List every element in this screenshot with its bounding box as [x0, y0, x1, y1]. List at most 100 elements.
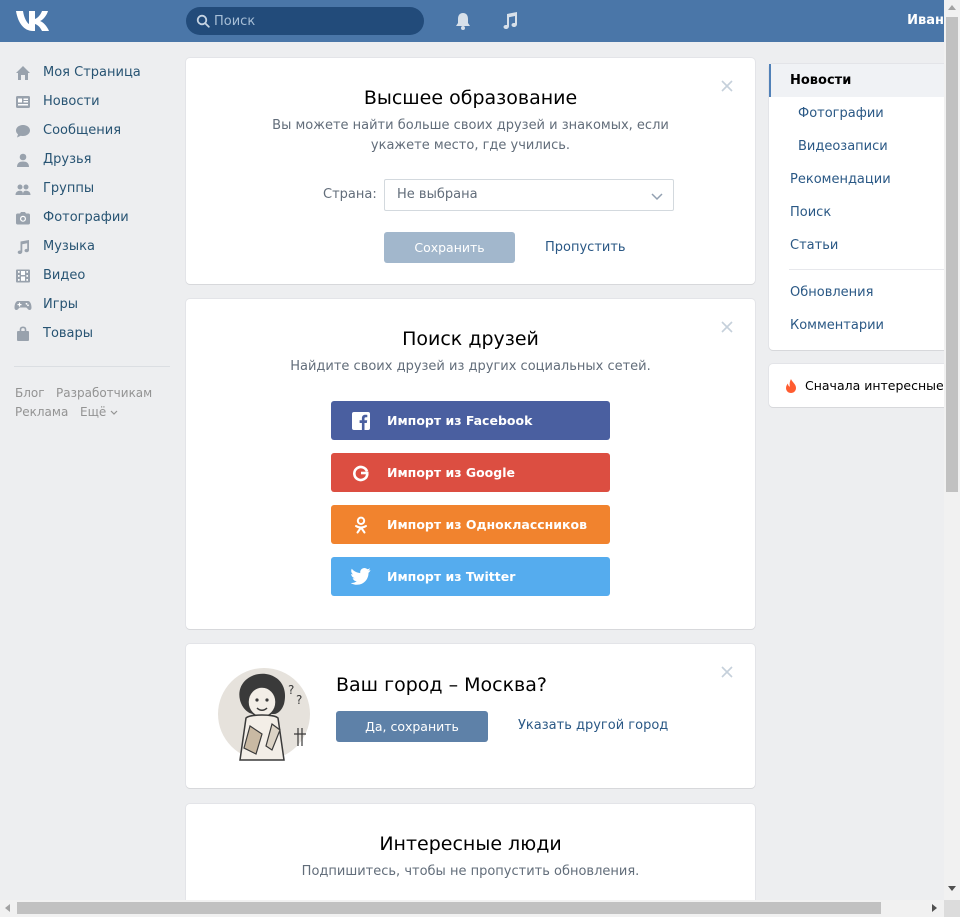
nav-item-groups[interactable]: Группы — [14, 174, 174, 203]
vk-logo[interactable] — [16, 9, 50, 33]
friends-search-card: Поиск друзей Найдите своих друзей из дру… — [186, 299, 755, 629]
filter-articles[interactable]: Статьи — [769, 229, 944, 262]
nav-item-video[interactable]: Видео — [14, 261, 174, 290]
user-name[interactable]: Иван — [907, 13, 944, 28]
skip-link[interactable]: Пропустить — [545, 240, 626, 255]
filter-search[interactable]: Поиск — [769, 196, 944, 229]
import-odnoklassniki-label: Импорт из Одноклассников — [387, 517, 588, 532]
filter-news[interactable]: Новости — [769, 64, 944, 97]
filter-videos[interactable]: Видеозаписи — [769, 130, 944, 163]
filter-photos[interactable]: Фотографии — [769, 97, 944, 130]
horizontal-scroll-thumb[interactable] — [17, 902, 881, 914]
city-card: ? ? Ваш город – Москва? Да, сохранить Ук… — [186, 644, 755, 788]
filter-updates[interactable]: Обновления — [769, 276, 944, 309]
filter-articles-label: Статьи — [790, 238, 839, 253]
nav-label: Видео — [43, 268, 86, 283]
google-icon — [351, 463, 371, 483]
nav-item-goods[interactable]: Товары — [14, 319, 174, 348]
footer-more-link[interactable]: Ещё — [80, 405, 118, 419]
search-box[interactable] — [186, 7, 424, 35]
nav-label: Сообщения — [43, 123, 122, 138]
footer-developers-link[interactable]: Разработчикам — [56, 386, 152, 400]
search-icon — [196, 14, 210, 28]
country-select[interactable]: Не выбрана — [384, 179, 674, 211]
nav-item-messages[interactable]: Сообщения — [14, 116, 174, 145]
interesting-people-title: Интересные люди — [379, 833, 562, 855]
top-header: Иван — [0, 0, 944, 42]
footer-blog-link[interactable]: Блог — [15, 386, 45, 400]
nav-label: Друзья — [43, 152, 92, 167]
education-card: Высшее образование Вы можете найти больш… — [186, 58, 755, 284]
odnoklassniki-icon — [351, 515, 371, 535]
twitter-icon — [351, 567, 371, 587]
bell-icon[interactable] — [453, 11, 473, 31]
import-odnoklassniki-button[interactable]: Импорт из Одноклассников — [331, 505, 610, 544]
filter-comments[interactable]: Комментарии — [769, 309, 944, 342]
nav-item-my-page[interactable]: Моя Страница — [14, 58, 174, 87]
filter-videos-label: Видеозаписи — [798, 139, 888, 154]
nav-item-news[interactable]: Новости — [14, 87, 174, 116]
filter-news-label: Новости — [790, 73, 852, 88]
nav-item-photos[interactable]: Фотографии — [14, 203, 174, 232]
groups-icon — [14, 180, 32, 198]
vertical-scroll-thumb[interactable] — [946, 17, 958, 492]
friends-search-title: Поиск друзей — [402, 328, 539, 350]
import-twitter-button[interactable]: Импорт из Twitter — [331, 557, 610, 596]
home-icon — [14, 64, 32, 82]
horizontal-scrollbar[interactable] — [0, 900, 944, 917]
nav-label: Товары — [43, 326, 94, 341]
scroll-right-arrow-icon[interactable] — [932, 904, 937, 912]
camera-icon — [14, 209, 32, 227]
svg-text:?: ? — [288, 683, 294, 697]
country-select-value: Не выбрана — [397, 187, 478, 202]
scroll-up-arrow-icon[interactable] — [948, 5, 956, 10]
import-google-label: Импорт из Google — [387, 465, 515, 480]
friend-icon — [14, 151, 32, 169]
import-google-button[interactable]: Импорт из Google — [331, 453, 610, 492]
filter-recommendations[interactable]: Рекомендации — [769, 163, 944, 196]
import-facebook-label: Импорт из Facebook — [387, 413, 533, 428]
nav-item-games[interactable]: Игры — [14, 290, 174, 319]
nav-item-music[interactable]: Музыка — [14, 232, 174, 261]
nav-label: Игры — [43, 297, 79, 312]
scroll-down-arrow-icon[interactable] — [948, 886, 956, 891]
interesting-first-label: Сначала интересные — [805, 378, 944, 393]
other-city-link[interactable]: Указать другой город — [518, 718, 668, 733]
bag-icon — [14, 325, 32, 343]
facebook-icon — [351, 411, 371, 431]
close-icon[interactable] — [720, 665, 734, 679]
nav-label: Новости — [43, 94, 100, 109]
nav-label: Фотографии — [43, 210, 129, 225]
video-icon — [14, 267, 32, 285]
news-icon — [14, 93, 32, 111]
interesting-first-toggle[interactable]: Сначала интересные — [769, 364, 944, 407]
import-twitter-label: Импорт из Twitter — [387, 569, 516, 584]
nav-label: Моя Страница — [43, 65, 141, 80]
filter-search-label: Поиск — [790, 205, 832, 220]
filter-comments-label: Комментарии — [790, 318, 884, 333]
chevron-down-icon — [110, 410, 118, 415]
nav-label: Группы — [43, 181, 95, 196]
girl-illustration: ? ? — [218, 668, 310, 761]
friends-search-subtitle: Найдите своих друзей из других социальны… — [290, 359, 651, 374]
save-button[interactable]: Сохранить — [384, 232, 515, 263]
music-icon — [14, 238, 32, 256]
confirm-city-button[interactable]: Да, сохранить — [336, 711, 488, 742]
filter-photos-label: Фотографии — [798, 106, 884, 121]
scroll-left-arrow-icon[interactable] — [5, 904, 10, 912]
nav-divider — [14, 366, 170, 367]
vertical-scrollbar[interactable] — [944, 0, 960, 900]
interesting-people-subtitle: Подпишитесь, чтобы не пропустить обновле… — [301, 864, 640, 879]
import-facebook-button[interactable]: Импорт из Facebook — [331, 401, 610, 440]
search-input[interactable] — [214, 7, 414, 35]
gamepad-icon — [14, 296, 32, 314]
nav-label: Музыка — [43, 239, 95, 254]
footer-ads-link[interactable]: Реклама — [15, 405, 68, 419]
chevron-down-icon — [651, 193, 663, 201]
menu-divider — [789, 269, 944, 270]
city-question: Ваш город – Москва? — [336, 674, 547, 696]
interesting-people-card: Интересные люди Подпишитесь, чтобы не пр… — [186, 804, 755, 904]
feed-filter-menu: Новости Фотографии Видеозаписи Рекоменда… — [769, 64, 944, 350]
music-icon[interactable] — [500, 11, 520, 31]
nav-item-friends[interactable]: Друзья — [14, 145, 174, 174]
